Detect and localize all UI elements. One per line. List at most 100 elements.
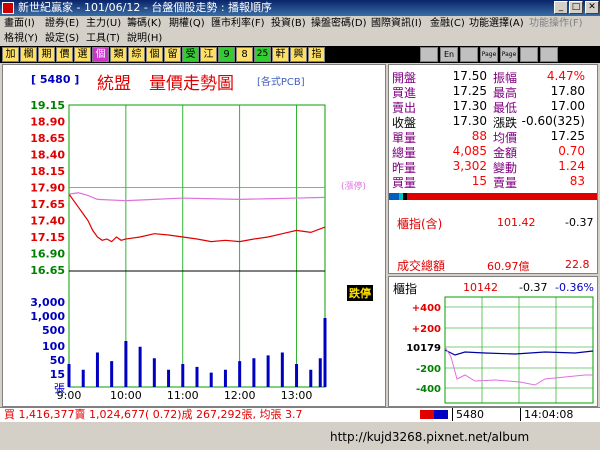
time-tick-label: 10:00: [110, 389, 142, 402]
price-tick-label: 18.90: [30, 116, 65, 129]
minimize-button[interactable]: _: [554, 1, 568, 14]
toolbar: 加 欄 期 價 選 個 類 綜 個 留 受 江 9 8 25 軒 興 指 En …: [0, 46, 600, 63]
app-icon: [2, 2, 14, 14]
toolbar-button[interactable]: 個: [146, 47, 163, 62]
plot-frame: [68, 104, 326, 388]
turnover-label: 成交總額: [397, 259, 446, 273]
price-tick-label: 17.15: [30, 231, 65, 244]
menu-bar-2: 格視(Y) 設定(S) 工具(T) 說明(H): [0, 31, 600, 46]
status-blue-block: [434, 410, 448, 419]
toolbar-button[interactable]: 欄: [20, 47, 37, 62]
quote-value: 4,085: [452, 144, 487, 158]
time-tick-label: 12:00: [224, 389, 256, 402]
price-tick-label: 16.65: [30, 264, 65, 277]
toolbar-button[interactable]: 加: [2, 47, 19, 62]
buy-bar-segment: [389, 193, 399, 200]
price-tick-label: 18.40: [30, 149, 65, 162]
menu-item-function-select[interactable]: 功能選擇(A): [469, 16, 524, 31]
time-tick-label: 13:00: [281, 389, 313, 402]
quote-label: 賣量: [493, 176, 518, 190]
volume-tick-label: 15: [50, 368, 65, 381]
menu-item-tools[interactable]: 工具(T): [86, 31, 120, 46]
toolbar-button[interactable]: 9: [218, 47, 235, 62]
window-title: 新世紀贏家 - 101/06/12 - 台盤個股走勢 : 播報順序: [18, 1, 273, 14]
toolbar-button[interactable]: 軒: [272, 47, 289, 62]
toolbar-button[interactable]: 指: [308, 47, 325, 62]
index-change: -0.37: [565, 216, 594, 229]
time-tick-label: 11:00: [167, 389, 199, 402]
menu-item-settings[interactable]: 設定(S): [45, 31, 79, 46]
toolbar-button[interactable]: 期: [38, 47, 55, 62]
price-tick-label: 17.90: [30, 182, 65, 195]
title-bar: 新世紀贏家 - 101/06/12 - 台盤個股走勢 : 播報順序 _ □ ✕: [0, 0, 600, 16]
toolbar-button[interactable]: 25: [254, 47, 271, 62]
mini-tick-label: -200: [416, 364, 441, 375]
quote-value: 17.30: [452, 99, 487, 113]
quote-value: 17.50: [452, 69, 487, 83]
price-tick-label: 17.40: [30, 215, 65, 228]
toolbar-icon-button[interactable]: [420, 47, 438, 62]
status-red-block: [420, 410, 434, 419]
mini-tick-label: 10179: [406, 343, 441, 354]
menu-item-options[interactable]: 期權(Q): [169, 16, 205, 31]
toolbar-icon-button[interactable]: [540, 47, 558, 62]
quote-value: 1.24: [558, 159, 585, 173]
close-button[interactable]: ✕: [585, 1, 599, 14]
menu-item-invest[interactable]: 投資(B): [271, 16, 306, 31]
toolbar-icon-button[interactable]: [520, 47, 538, 62]
quote-value: 4.47%: [546, 69, 585, 83]
menu-item-global-info[interactable]: 國際資訊(I): [371, 16, 422, 31]
chart-canvas: 9:00 10:00 11:00 12:00 13:0019.1518.9018.651…: [30, 99, 327, 402]
index-value: 101.42: [497, 216, 536, 229]
watermark-url: http://kujd3268.pixnet.net/album: [330, 430, 530, 444]
toolbar-page-button[interactable]: Page: [500, 47, 518, 62]
toolbar-button[interactable]: 江: [200, 47, 217, 62]
limit-up-label: (漲停): [341, 182, 367, 192]
menu-item-fx-rates[interactable]: 匯市利率(F): [211, 16, 265, 31]
toolbar-button[interactable]: 興: [290, 47, 307, 62]
quote-label: 買量: [392, 176, 417, 190]
otc-index-mini-chart: 櫃指 10142 -0.37 -0.36% +400 +200 10179 -200-…: [388, 276, 598, 407]
menu-bar-1: 畫面(I) 證券(E) 主力(U) 籌碼(K) 期權(Q) 匯市利率(F) 投資…: [0, 16, 600, 31]
toolbar-button[interactable]: 留: [164, 47, 181, 62]
gap-bar-segment: [403, 193, 407, 200]
menu-item-help[interactable]: 說明(H): [127, 31, 162, 46]
quote-value: 3,302: [452, 159, 487, 173]
watermark-bar: http://kujd3268.pixnet.net/album: [0, 422, 600, 450]
average-price-line: [68, 192, 326, 202]
volume-tick-label: 1,000: [30, 310, 65, 323]
menu-item-screen[interactable]: 畫面(I): [4, 16, 35, 31]
quote-value: 17.30: [452, 114, 487, 128]
mini-chart-canvas: +400 +200 10179 -200 -400: [406, 296, 594, 404]
menu-item-securities[interactable]: 證券(E): [45, 16, 79, 31]
menu-item-chips[interactable]: 籌碼(K): [127, 16, 161, 31]
menu-item-function-ops[interactable]: 功能操作(F): [529, 16, 583, 31]
menu-item-view[interactable]: 格視(Y): [4, 31, 38, 46]
menu-item-finance[interactable]: 金融(C): [430, 16, 465, 31]
quote-value: 17.25: [550, 129, 585, 143]
status-stock-code: 5480: [452, 408, 484, 421]
quote-value: 88: [471, 129, 487, 143]
toolbar-button[interactable]: 價: [56, 47, 73, 62]
toolbar-button[interactable]: 選: [74, 47, 91, 62]
toolbar-en-button[interactable]: En: [440, 47, 458, 62]
toolbar-button[interactable]: 8: [236, 47, 253, 62]
volume-tick-label: 500: [42, 324, 65, 337]
menu-item-main-force[interactable]: 主力(U): [86, 16, 121, 31]
toolbar-icon-button[interactable]: [460, 47, 478, 62]
toolbar-page-button[interactable]: Page: [480, 47, 498, 62]
mini-tick-label: +200: [412, 324, 441, 335]
toolbar-button[interactable]: 綜: [128, 47, 145, 62]
menu-item-trading-code[interactable]: 操盤密碼(D): [311, 16, 367, 31]
toolbar-button[interactable]: 受: [182, 47, 199, 62]
quote-value: -0.60(325): [521, 114, 585, 128]
price-tick-label: 18.15: [30, 165, 65, 178]
quote-panel: 開盤 17.50 振幅 4.47% 買進 17.25 最高 17.80 賣出 17.30 最低 17.…: [388, 64, 598, 274]
toolbar-button[interactable]: 個: [92, 47, 109, 62]
buy-sell-ratio-bar: [389, 193, 597, 200]
status-bar: 買 1,416,377賣 1,024,677( 0.72)成 267,292張,…: [0, 407, 600, 422]
maximize-button[interactable]: □: [569, 1, 583, 14]
volume-tick-label: 50: [50, 354, 66, 367]
mini-tick-label: +400: [412, 303, 441, 314]
toolbar-button[interactable]: 類: [110, 47, 127, 62]
